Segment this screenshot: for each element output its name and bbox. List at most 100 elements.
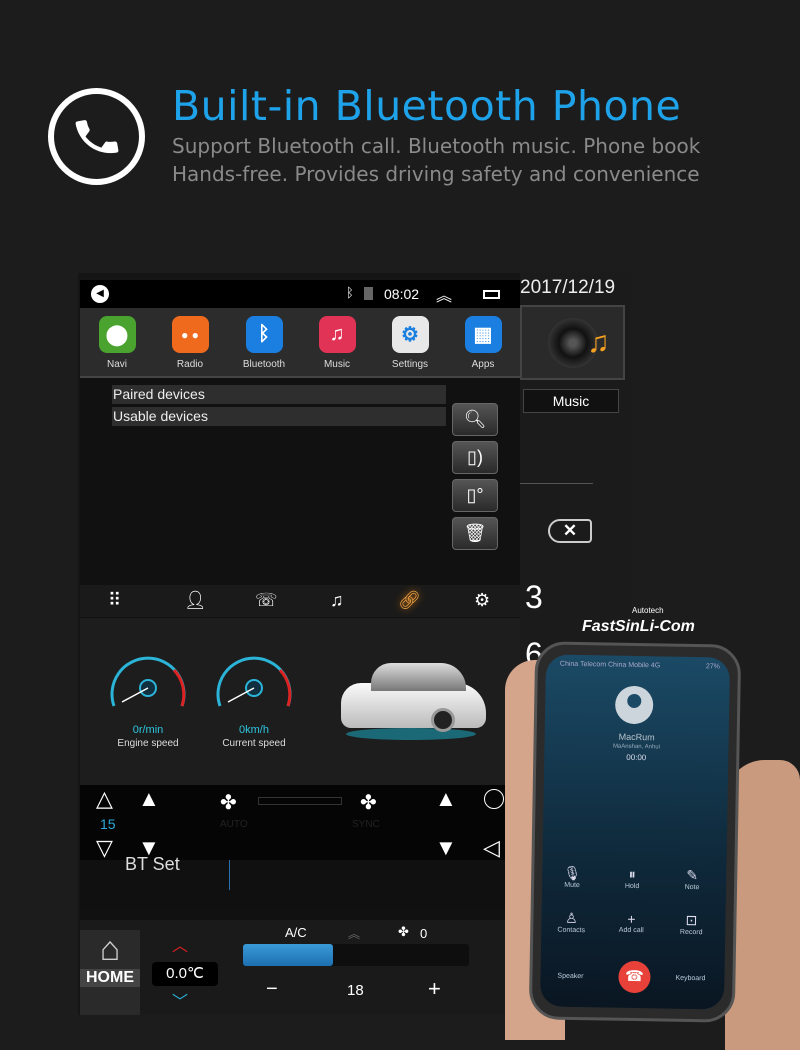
trash-icon: 🗑︎ bbox=[463, 523, 487, 543]
search-button[interactable]: 🔍︎ bbox=[452, 403, 498, 436]
auto-label[interactable]: AUTO bbox=[220, 819, 248, 830]
watermark-tag: Autotech bbox=[632, 606, 664, 615]
subtitle-line-1: Support Bluetooth call. Bluetooth music.… bbox=[172, 134, 701, 158]
app-apps[interactable]: ▦ Apps bbox=[453, 316, 513, 370]
speaker-button[interactable]: Speaker bbox=[540, 972, 600, 980]
expand-icon[interactable]: ︽ bbox=[436, 282, 452, 306]
tab-contacts[interactable]: 👤︎ bbox=[184, 590, 207, 611]
home-button[interactable]: ⌂ HOME bbox=[80, 930, 140, 1015]
back-triangle-icon[interactable]: ◁ bbox=[483, 835, 500, 861]
app-label: Apps bbox=[471, 359, 495, 370]
page-title: Built-in Bluetooth Phone bbox=[172, 82, 682, 130]
note-button[interactable]: ✎ Note bbox=[662, 866, 722, 891]
vehicle-dashboard: 0r/min Engine speed 0km/h Current speed bbox=[80, 618, 520, 785]
minus-button[interactable]: − bbox=[266, 978, 278, 1001]
mute-icon: 🎙︎ bbox=[563, 864, 582, 882]
engine-speed-label: Engine speed bbox=[117, 738, 179, 749]
recent-apps-icon[interactable] bbox=[483, 290, 500, 299]
divider bbox=[229, 860, 230, 890]
phone-connect-icon: ▯) bbox=[467, 447, 483, 467]
fan-icon: ✤ bbox=[220, 792, 237, 814]
delete-button[interactable]: 🗑︎ bbox=[452, 517, 498, 550]
battery: 27% bbox=[705, 663, 720, 671]
date: 2017/12/19 bbox=[520, 277, 616, 298]
current-speed-gauge bbox=[216, 656, 292, 707]
phone-settings-icon: ▯° bbox=[466, 485, 484, 505]
app-bluetooth[interactable]: ᛒ Bluetooth bbox=[234, 316, 294, 370]
paired-devices-item[interactable]: Paired devices bbox=[112, 385, 446, 404]
backspace-button[interactable]: ✕ bbox=[548, 519, 592, 543]
head-unit-screen: ◀ ᛒ 08:02 ︽ ⬤ Navi ● ● Radio ᛒ Bluetooth ♫ M… bbox=[80, 280, 520, 1015]
right-fan-down[interactable]: ▼ bbox=[435, 835, 457, 861]
temp-down-icon[interactable]: ﹀ bbox=[172, 988, 188, 1012]
music-note-icon: ♫ bbox=[318, 316, 356, 353]
airflow-icon: ︽ bbox=[348, 927, 361, 941]
app-settings[interactable]: ⚙ Settings bbox=[380, 316, 440, 370]
car-image bbox=[336, 658, 486, 740]
app-label: Radio bbox=[176, 359, 204, 370]
left-temp-down-outline[interactable]: ▽ bbox=[96, 835, 113, 861]
temp-display: 0.0℃ bbox=[152, 962, 218, 986]
tab-call-log[interactable]: ☏ bbox=[255, 590, 278, 611]
fan-icon-right: ✤ bbox=[360, 792, 377, 814]
tab-dialpad[interactable]: ⠿ bbox=[108, 590, 121, 611]
bottom-climate-bar: ⌂ HOME ︿ 0.0℃ ﹀ A/C ︽ ✤ 0 − 18 + bbox=[80, 920, 520, 1015]
fan-progress-bar[interactable] bbox=[243, 944, 469, 966]
fan-speed-value: 0 bbox=[420, 926, 428, 941]
phone-handset-icon bbox=[48, 88, 145, 185]
home-icon: ⌂ bbox=[99, 930, 121, 968]
music-button[interactable]: Music bbox=[523, 389, 619, 413]
caller-name: MacRum bbox=[618, 731, 655, 743]
app-music[interactable]: ♫ Music bbox=[307, 316, 367, 370]
current-speed-label: Current speed bbox=[222, 738, 286, 749]
app-navi[interactable]: ⬤ Navi bbox=[87, 316, 147, 370]
climate-overlay: △ ▲ 15 ▽ ▼ ✤ AUTO ✤ SYNC ▲ ▼ ◁ bbox=[80, 785, 520, 865]
tab-link-active[interactable]: 🔗︎ bbox=[398, 590, 421, 611]
hold-button[interactable]: ⏸︎ Hold bbox=[602, 865, 662, 890]
fan-speed-icon: ✤ bbox=[398, 924, 409, 939]
caller-avatar bbox=[614, 685, 654, 725]
keyboard-button[interactable]: Keyboard bbox=[660, 974, 720, 983]
sync-label[interactable]: SYNC bbox=[352, 819, 380, 830]
contacts-button[interactable]: ♙ Contacts bbox=[541, 909, 601, 934]
right-fan-up[interactable]: ▲ bbox=[435, 786, 457, 812]
hold-icon: ⏸︎ bbox=[628, 865, 636, 883]
left-temp-up-outline[interactable]: △ bbox=[96, 786, 113, 812]
temp-up-icon[interactable]: ︿ bbox=[172, 932, 188, 956]
bluetooth-icon: ᛒ bbox=[245, 316, 283, 353]
fan-level-bar bbox=[258, 797, 342, 805]
phone-settings-button[interactable]: ▯° bbox=[452, 479, 498, 512]
divider bbox=[520, 483, 593, 484]
app-radio[interactable]: ● ● Radio bbox=[160, 316, 220, 370]
engine-speed-value: 0r/min bbox=[132, 724, 164, 736]
home-label: HOME bbox=[80, 969, 140, 987]
bluetooth-icon: ᛒ bbox=[346, 285, 354, 300]
dial-key-3[interactable]: 3 bbox=[525, 579, 543, 616]
call-duration: 00:00 bbox=[626, 752, 647, 763]
bluetooth-tab-bar: ⠿ 👤︎ ☏ ♫ 🔗︎ ⚙ bbox=[80, 585, 520, 617]
home-circle-icon[interactable] bbox=[484, 789, 504, 809]
gear-icon: ⚙ bbox=[391, 316, 429, 353]
phone-connect-button[interactable]: ▯) bbox=[452, 441, 498, 474]
grid-icon: ▦ bbox=[464, 316, 502, 353]
end-call-button[interactable]: ☎︎ bbox=[618, 960, 651, 994]
watermark-brand: FastSinLi-Com bbox=[582, 618, 695, 635]
plus-icon: + bbox=[627, 910, 636, 928]
add-call-button[interactable]: + Add call bbox=[601, 910, 661, 934]
bt-set-label[interactable]: BT Set bbox=[125, 854, 180, 875]
record-icon: ⊡ bbox=[685, 911, 698, 929]
music-speaker-icon: ♫ bbox=[520, 305, 625, 380]
plus-button[interactable]: + bbox=[428, 976, 441, 1002]
app-label: Navi bbox=[106, 359, 127, 370]
carrier: China Telecom China Mobile 4G bbox=[559, 660, 661, 670]
back-icon[interactable]: ◀ bbox=[91, 285, 109, 303]
ac-button[interactable]: A/C bbox=[285, 925, 307, 940]
radio-icon: ● ● bbox=[171, 316, 209, 353]
record-button[interactable]: ⊡ Record bbox=[661, 911, 721, 936]
tab-settings[interactable]: ⚙ bbox=[474, 590, 490, 611]
tab-music[interactable]: ♫ bbox=[330, 590, 344, 611]
left-fan-up[interactable]: ▲ bbox=[138, 786, 160, 812]
status-bar: ◀ ᛒ 08:02 ︽ bbox=[80, 280, 520, 308]
mute-button[interactable]: 🎙︎ Mute bbox=[542, 864, 602, 889]
usable-devices-item[interactable]: Usable devices bbox=[112, 407, 446, 426]
